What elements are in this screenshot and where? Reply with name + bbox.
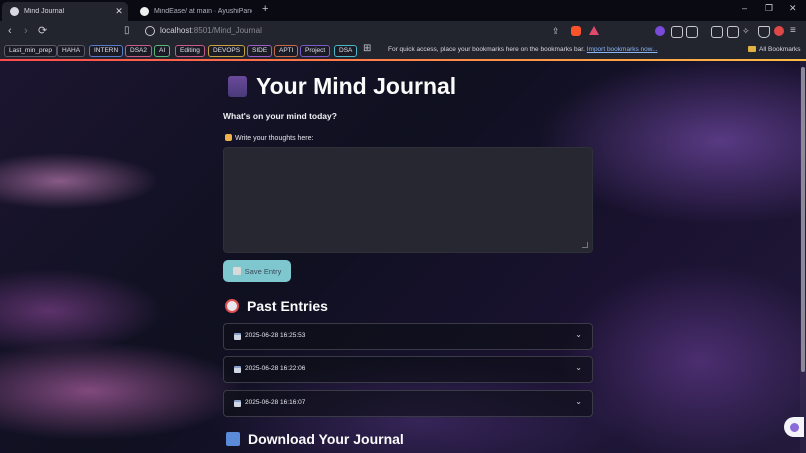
brave-shields-icon[interactable] — [571, 26, 581, 36]
extension-box-icon[interactable] — [686, 26, 698, 38]
reload-icon[interactable]: ⟳ — [38, 25, 47, 37]
calendar-icon — [234, 400, 241, 407]
save-entry-label: Save Entry — [244, 266, 282, 276]
page-title-text: Your Mind Journal — [256, 73, 457, 99]
close-tab-icon[interactable]: ✕ — [114, 6, 124, 17]
new-tab-button[interactable]: + — [262, 3, 268, 15]
scrollbar[interactable] — [800, 61, 806, 453]
assistant-icon — [789, 422, 799, 432]
navigation-bar: ‹ › ⟳ ▯ localhost:8501/Mind_Journal ⇪ ✧ … — [0, 21, 806, 42]
url-path: :8501/Mind_Journal — [191, 26, 262, 35]
all-bookmarks-label: All Bookmarks — [759, 46, 801, 53]
calendar-icon — [234, 333, 241, 340]
bookmark-ai[interactable]: AI — [154, 45, 171, 57]
address-bar[interactable]: localhost:8501/Mind_Journal — [160, 26, 262, 35]
tab-title: MindEase/ at main · AyushiPande7/I — [154, 8, 252, 15]
input-label-text: Write your thoughts here: — [235, 135, 314, 142]
share-icon[interactable]: ⇪ — [552, 25, 560, 37]
bookmark-intern[interactable]: INTERN — [89, 45, 124, 57]
tab-bar: Mind Journal ✕ MindEase/ at main · Ayush… — [0, 0, 806, 21]
download-heading-text: Download Your Journal — [248, 431, 404, 447]
bookmarks-hint-text: For quick access, place your bookmarks h… — [388, 46, 585, 53]
past-entries-heading-text: Past Entries — [247, 298, 328, 314]
notebook-icon — [228, 76, 247, 97]
leo-ai-icon[interactable]: ✧ — [742, 25, 750, 37]
restore-button[interactable]: ❐ — [765, 3, 773, 14]
github-favicon-icon — [140, 7, 149, 16]
page-title: Your Mind Journal — [228, 73, 456, 100]
resize-grip[interactable] — [582, 242, 590, 250]
bookmark-apti[interactable]: APTI — [274, 45, 299, 57]
input-label: Write your thoughts here: — [225, 134, 313, 142]
import-bookmarks-link[interactable]: Import bookmarks now... — [587, 46, 658, 53]
journal-prompt: What's on your mind today? — [223, 111, 337, 121]
url-host: localhost — [160, 26, 192, 35]
forward-icon[interactable]: › — [24, 25, 28, 37]
scrollbar-thumb[interactable] — [801, 67, 805, 372]
bookmark-dsa2[interactable]: DSA2 — [125, 45, 152, 57]
app-view: Your Mind Journal What's on your mind to… — [0, 61, 806, 453]
menu-icon[interactable]: ≡ — [790, 25, 796, 37]
site-info-icon[interactable] — [145, 26, 155, 36]
streamlit-favicon-icon — [10, 7, 19, 16]
writing-hand-icon — [225, 134, 232, 141]
bookmark-dsa[interactable]: DSA — [334, 45, 358, 57]
journal-entry-expander[interactable]: 2025-06-28 16:16:07 ⌄ — [223, 390, 593, 417]
save-entry-button[interactable]: Save Entry — [223, 260, 291, 282]
journal-entry-expander[interactable]: 2025-06-28 16:22:06 ⌄ — [223, 356, 593, 383]
bookmark-editing[interactable]: Editing — [175, 45, 205, 57]
tab-title: Mind Journal — [24, 8, 65, 15]
bookmarks-bar: Last_min_prep HAHA INTERN DSA2 AI Editin… — [0, 42, 806, 59]
chevron-down-icon[interactable]: ⌄ — [575, 397, 582, 406]
tab-mind-journal[interactable]: Mind Journal ✕ — [2, 2, 128, 21]
chevron-down-icon[interactable]: ⌄ — [575, 330, 582, 339]
chevron-down-icon[interactable]: ⌄ — [575, 363, 582, 372]
back-icon[interactable]: ‹ — [8, 25, 12, 37]
profile-avatar-icon[interactable] — [774, 26, 784, 36]
bookmark-devops[interactable]: DEVOPS — [208, 45, 246, 57]
thoughts-textarea[interactable] — [223, 147, 593, 253]
minimize-button[interactable]: – — [742, 3, 747, 13]
extension-chat-icon[interactable] — [671, 26, 683, 38]
bookmark-project[interactable]: Project — [300, 45, 331, 57]
calendar-icon — [234, 366, 241, 373]
download-heading: Download Your Journal — [226, 431, 404, 447]
entry-date: 2025-06-28 16:16:07 — [245, 399, 306, 406]
bookmark-haha[interactable]: HAHA — [57, 45, 86, 57]
entry-date: 2025-06-28 16:22:06 — [245, 365, 306, 372]
wallet-icon[interactable] — [727, 26, 739, 38]
memo-icon — [232, 267, 241, 275]
extension-purple-icon[interactable] — [655, 26, 665, 36]
journal-entry-expander[interactable]: 2025-06-28 16:25:53 ⌄ — [223, 323, 593, 350]
bookmark-side[interactable]: SIDE — [247, 45, 273, 57]
bookmarks-hint: For quick access, place your bookmarks h… — [388, 46, 658, 53]
clock-icon — [225, 299, 239, 313]
all-bookmarks-button[interactable]: All Bookmarks — [748, 46, 801, 53]
floating-assistant-button[interactable] — [784, 417, 804, 437]
bookmark-icon[interactable]: ▯ — [124, 25, 130, 37]
close-window-button[interactable]: ✕ — [789, 3, 797, 14]
past-entries-heading: Past Entries — [225, 298, 328, 314]
vpn-shield-icon[interactable] — [758, 26, 770, 38]
entry-date: 2025-06-28 16:25:53 — [245, 332, 306, 339]
brave-rewards-icon[interactable] — [589, 26, 599, 35]
bookmark-last-min-prep[interactable]: Last_min_prep — [4, 45, 57, 57]
folder-icon — [748, 46, 756, 52]
sidebar-toggle-icon[interactable] — [711, 26, 723, 38]
tab-github[interactable]: MindEase/ at main · AyushiPande7/I — [132, 2, 252, 21]
inbox-tray-icon — [226, 432, 240, 446]
apps-grid-icon[interactable]: ⊞ — [363, 43, 371, 55]
